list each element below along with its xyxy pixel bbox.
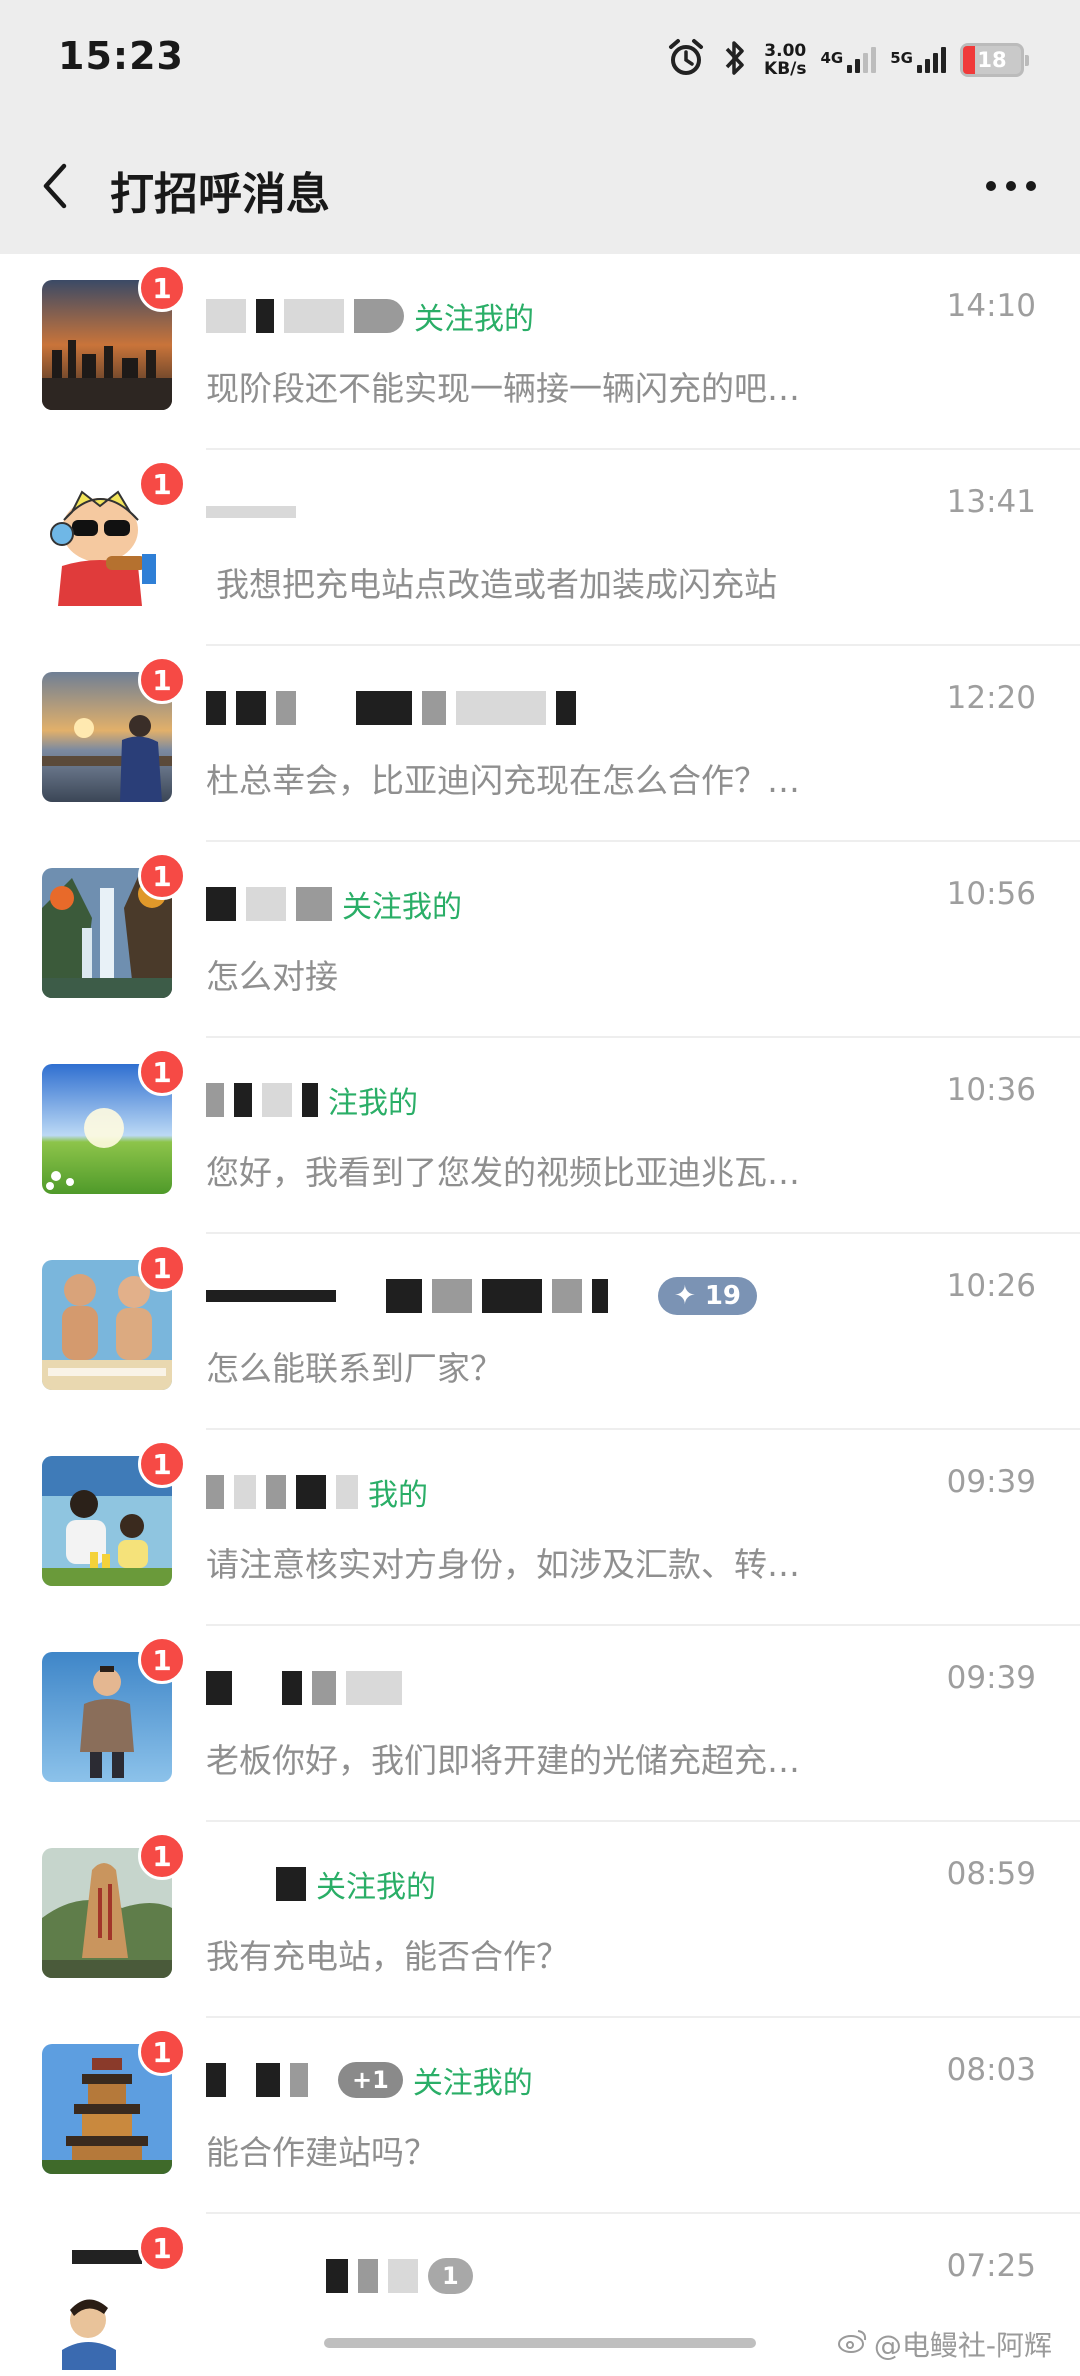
more-button[interactable]	[976, 156, 1046, 216]
list-item[interactable]: 1 +1 关注我的 08:03 能合作建站吗？	[0, 2018, 1080, 2214]
message-preview: 我想把充电站点改造或者加装成闪充站	[216, 565, 777, 604]
chevron-left-icon	[43, 163, 67, 209]
message-time: 12:20	[946, 680, 1036, 716]
contact-name: 关注我的	[206, 880, 462, 928]
unread-badge: 1	[138, 264, 186, 312]
unread-badge: 1	[138, 1440, 186, 1488]
message-preview: 我有充电站，能否合作？	[206, 1937, 569, 1976]
signal-5g: 5G	[890, 47, 946, 73]
unread-badge: 1	[138, 852, 186, 900]
contact-name	[206, 488, 296, 536]
contact-name: 关注我的	[206, 1860, 436, 1908]
recommend-tag-count: 19	[704, 1281, 742, 1311]
unread-badge: 1	[138, 656, 186, 704]
unread-badge: 1	[138, 1636, 186, 1684]
message-preview: 怎么能联系到厂家？	[206, 1349, 503, 1388]
follow-label: 我的	[368, 1478, 428, 1513]
status-time: 15:23	[58, 34, 184, 78]
message-preview: 能合作建站吗？	[206, 2133, 437, 2172]
message-time: 09:39	[946, 1464, 1036, 1500]
message-preview: 请注意核实对方身份，如涉及汇款、转…	[206, 1545, 800, 1584]
watermark: @电鳗社-阿辉	[837, 2324, 1052, 2364]
message-time: 10:56	[946, 876, 1036, 912]
unread-badge: 1	[138, 2028, 186, 2076]
message-time: 08:59	[946, 1856, 1036, 1892]
page-title: 打招呼消息	[110, 169, 330, 220]
list-item[interactable]: 1 13:41 我想把充电站点改造或者加装成闪充站	[0, 450, 1080, 646]
network-speed-unit: KB/s	[764, 59, 807, 79]
bluetooth-icon	[720, 38, 750, 82]
message-time: 08:03	[946, 2052, 1036, 2088]
battery-level: 18	[977, 48, 1007, 72]
network-speed: 3.00 KB/s	[764, 42, 806, 78]
unread-badge: 1	[138, 460, 186, 508]
contact-name: 注我的	[206, 1076, 418, 1124]
contact-name: 关注我的	[206, 292, 534, 340]
list-item[interactable]: 1 ✦ 19 10:26 怎么能联系到厂家？	[0, 1234, 1080, 1430]
list-item[interactable]: 1 注我的 10:36 您好，我看到了您发的视频比亚迪兆瓦…	[0, 1038, 1080, 1234]
contact-name: +1 关注我的	[206, 2056, 533, 2104]
list-item[interactable]: 1 关注我的 14:10 现阶段还不能实现一辆接一辆闪充的吧…	[0, 254, 1080, 450]
watermark-text: @电鳗社-阿辉	[873, 2329, 1052, 2362]
contact-name: ✦ 19	[206, 1272, 758, 1320]
message-preview: 老板你好，我们即将开建的光储充超充…	[206, 1741, 800, 1780]
contact-name: 1	[206, 2252, 473, 2300]
weibo-icon	[837, 2328, 868, 2361]
unread-badge: 1	[138, 1048, 186, 1096]
message-list: 1 关注我的 14:10 现阶段还不能实现一辆接一辆闪充的吧… 1 13:41 …	[0, 254, 1080, 2376]
title-bar: 打招呼消息	[0, 120, 1080, 254]
unread-badge: 1	[138, 1832, 186, 1880]
message-preview: 怎么对接	[206, 957, 338, 996]
recommend-tag: ✦ 19	[658, 1277, 758, 1315]
back-button[interactable]	[28, 156, 88, 216]
follow-label: 注我的	[328, 1086, 418, 1121]
message-time: 09:39	[946, 1660, 1036, 1696]
more-icon	[986, 181, 1036, 191]
list-item[interactable]: 1 09:39 老板你好，我们即将开建的光储充超充…	[0, 1626, 1080, 1822]
message-preview: 杜总幸会，比亚迪闪充现在怎么合作？…	[206, 761, 800, 800]
message-preview: 您好，我看到了您发的视频比亚迪兆瓦…	[206, 1153, 800, 1192]
network-speed-value: 3.00	[764, 41, 807, 61]
list-item[interactable]: 1 关注我的 08:59 我有充电站，能否合作？	[0, 1822, 1080, 2018]
status-bar: 15:23 3.00 KB/s 4G 5G 18	[0, 0, 1080, 120]
plus-tag: +1	[338, 2062, 403, 2098]
unread-badge: 1	[138, 1244, 186, 1292]
alarm-icon	[666, 38, 706, 82]
contact-name	[206, 1664, 402, 1712]
signal-4g: 4G	[821, 47, 877, 73]
home-indicator[interactable]	[324, 2338, 756, 2348]
status-icons: 3.00 KB/s 4G 5G 18	[666, 36, 1029, 84]
follow-label: 关注我的	[316, 1870, 436, 1905]
follow-label: 关注我的	[412, 2066, 533, 2101]
follow-label: 关注我的	[414, 302, 534, 337]
message-preview: 现阶段还不能实现一辆接一辆闪充的吧…	[206, 369, 800, 408]
battery-icon: 18	[960, 43, 1029, 77]
follow-label: 关注我的	[342, 890, 462, 925]
list-item[interactable]: 1 关注我的 10:56 怎么对接	[0, 842, 1080, 1038]
contact-name: 我的	[206, 1468, 428, 1516]
message-time: 10:26	[946, 1268, 1036, 1304]
message-time: 13:41	[946, 484, 1036, 520]
signal-4g-label: 4G	[820, 49, 844, 67]
list-item[interactable]: 1 12:20 杜总幸会，比亚迪闪充现在怎么合作？…	[0, 646, 1080, 842]
message-time: 07:25	[946, 2248, 1036, 2284]
unread-badge: 1	[138, 2224, 186, 2272]
signal-bars-icon	[917, 47, 946, 73]
message-time: 14:10	[946, 288, 1036, 324]
message-time: 10:36	[946, 1072, 1036, 1108]
signal-bars-icon	[847, 47, 877, 73]
contact-name	[206, 684, 576, 732]
plus-tag: 1	[428, 2258, 473, 2294]
top-area: 15:23 3.00 KB/s 4G 5G 18 打招呼消息	[0, 0, 1080, 254]
list-item[interactable]: 1 我的 09:39 请注意核实对方身份，如涉及汇款、转…	[0, 1430, 1080, 1626]
signal-5g-label: 5G	[890, 49, 913, 67]
